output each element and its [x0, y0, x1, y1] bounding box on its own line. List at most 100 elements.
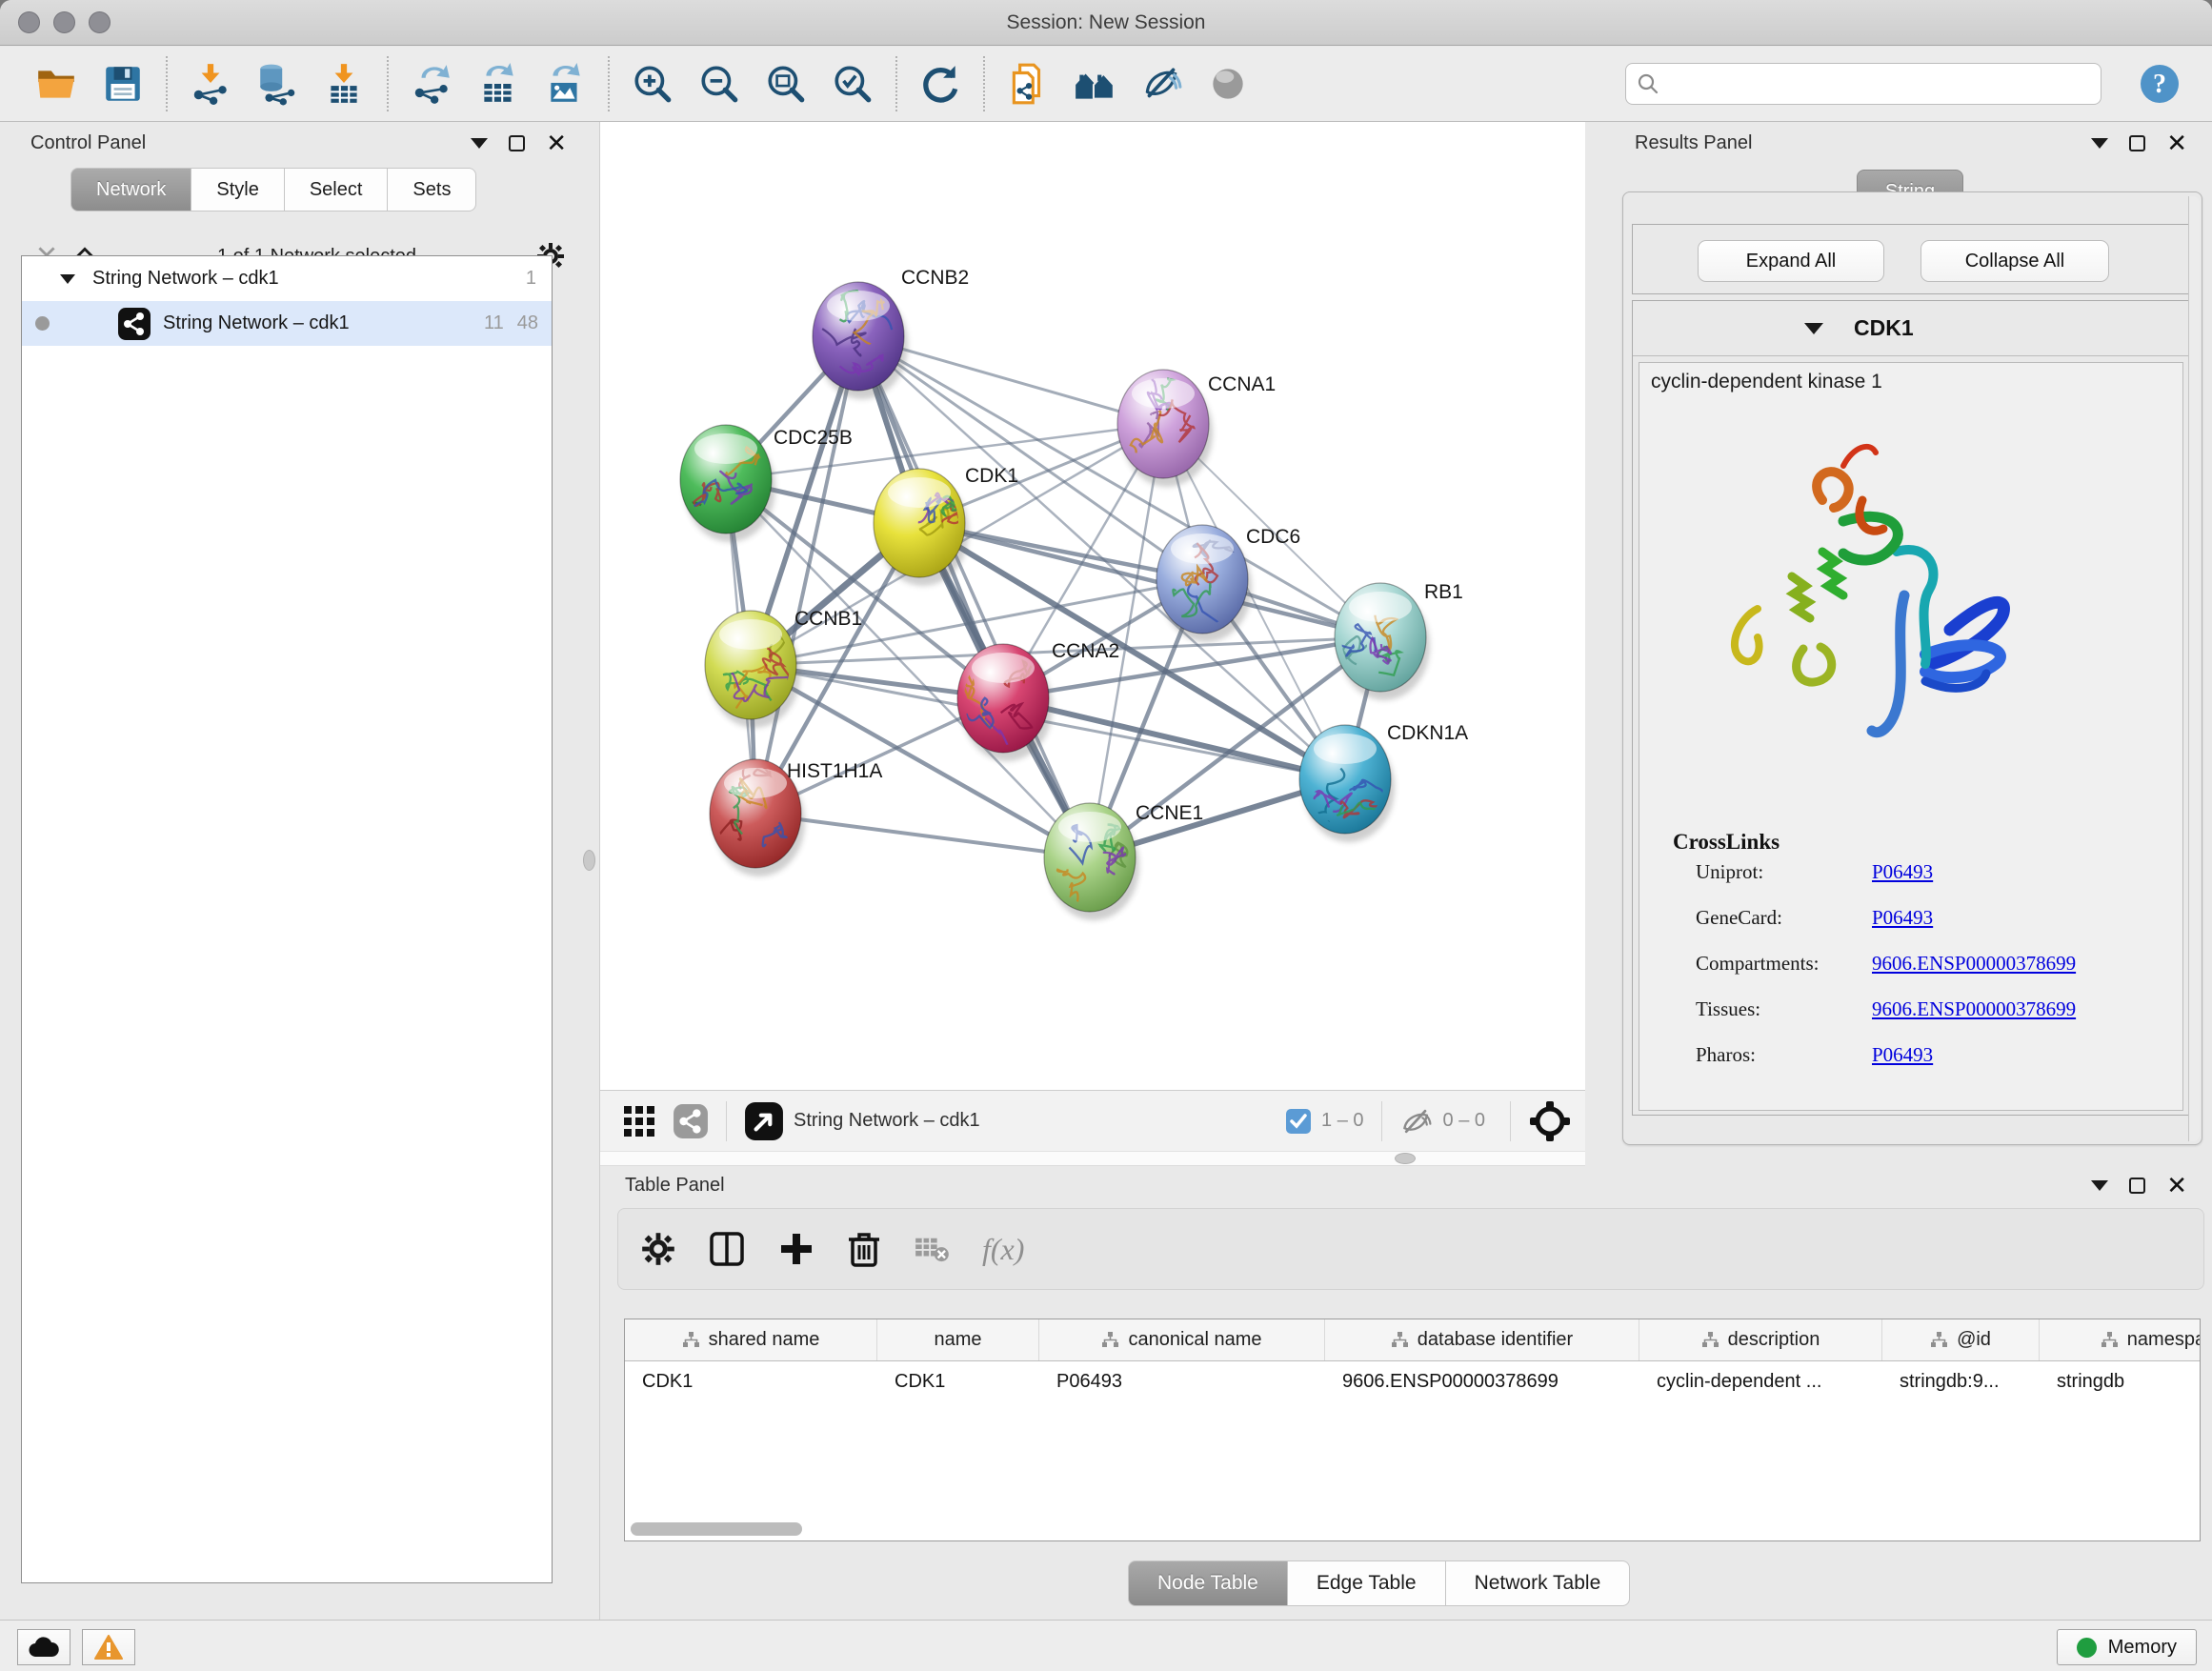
table-cell[interactable]: CDK1 — [877, 1371, 1039, 1393]
results-panel-title: Results Panel — [1635, 132, 1752, 154]
column-header-shared-name[interactable]: shared name — [625, 1319, 877, 1360]
cloud-status-button[interactable] — [17, 1629, 70, 1665]
memory-button[interactable]: Memory — [2057, 1629, 2197, 1665]
tab-style[interactable]: Style — [191, 168, 284, 211]
table-cell[interactable]: P06493 — [1039, 1371, 1325, 1393]
tab-select[interactable]: Select — [285, 168, 389, 211]
tab-edge-table[interactable]: Edge Table — [1288, 1560, 1446, 1606]
table-row[interactable]: CDK1CDK1P064939606.ENSP00000378699cyclin… — [625, 1361, 2200, 1401]
window-title: Session: New Session — [0, 0, 2212, 46]
warning-status-button[interactable] — [82, 1629, 135, 1665]
zoom-selected-icon[interactable] — [827, 57, 878, 111]
table-cell[interactable]: cyclin-dependent ... — [1639, 1371, 1882, 1393]
crosslink-link[interactable]: P06493 — [1872, 860, 1933, 898]
current-network-name: String Network – cdk1 — [794, 1110, 980, 1132]
node-label-HIST1H1A: HIST1H1A — [787, 760, 882, 782]
protein-card-header[interactable]: CDK1 — [1633, 301, 2188, 356]
zoom-out-icon[interactable] — [694, 57, 745, 111]
import-network-file-icon[interactable] — [185, 57, 236, 111]
panel-close-icon[interactable]: ✕ — [2166, 133, 2187, 152]
network-share-view-icon[interactable] — [673, 1103, 709, 1139]
hide-selected-eye-slash-icon[interactable] — [1136, 57, 1187, 111]
first-neighbors-houses-icon[interactable] — [1069, 57, 1120, 111]
fit-selected-crosshair-icon[interactable] — [1528, 1099, 1572, 1143]
tree-expand-icon[interactable] — [60, 274, 75, 284]
column-header-namespace[interactable]: namespace — [2040, 1319, 2201, 1360]
network-edge-CCNB2-CCNE1[interactable] — [858, 336, 1090, 857]
memory-status-dot-icon — [2077, 1638, 2097, 1658]
search-input[interactable] — [1660, 72, 2091, 96]
column-type-icon — [1391, 1331, 1409, 1349]
table-settings-gear-icon[interactable] — [641, 1232, 675, 1266]
birds-eye-view-icon[interactable] — [744, 1101, 784, 1141]
node-label-CDKN1A: CDKN1A — [1387, 722, 1468, 744]
zoom-fit-icon[interactable] — [760, 57, 812, 111]
table-cell[interactable]: 9606.ENSP00000378699 — [1325, 1371, 1639, 1393]
collapse-section-icon[interactable] — [1804, 323, 1823, 334]
table-body: CDK1CDK1P064939606.ENSP00000378699cyclin… — [625, 1361, 2200, 1401]
network-collection-row[interactable]: String Network – cdk1 1 — [22, 256, 552, 301]
save-session-icon[interactable] — [97, 57, 149, 111]
string-results-container: Expand All Collapse All CDK1 cyclin-depe… — [1622, 191, 2202, 1145]
crosslink-link[interactable]: 9606.ENSP00000378699 — [1872, 952, 2076, 990]
panel-close-icon[interactable]: ✕ — [2166, 1176, 2187, 1195]
delete-trash-icon[interactable] — [847, 1230, 881, 1268]
import-table-file-icon[interactable] — [318, 57, 370, 111]
network-edge-CCNB2-HIST1H1A[interactable] — [755, 336, 858, 814]
export-network-icon[interactable] — [406, 57, 457, 111]
show-columns-icon[interactable] — [708, 1230, 746, 1268]
help-icon[interactable]: ? — [2138, 62, 2182, 106]
crosslink-link[interactable]: P06493 — [1872, 1043, 1933, 1081]
panel-float-icon[interactable] — [509, 135, 525, 151]
show-all-eye-icon[interactable] — [1202, 57, 1254, 111]
table-cell[interactable]: CDK1 — [625, 1371, 877, 1393]
collapse-all-button[interactable]: Collapse All — [1920, 240, 2109, 282]
protein-result-card: CDK1 cyclin-dependent kinase 1 — [1632, 300, 2189, 1116]
results-scrollbar[interactable] — [2188, 196, 2200, 1141]
grid-view-icon[interactable] — [623, 1105, 655, 1137]
add-column-plus-icon[interactable] — [778, 1231, 814, 1267]
crosslink-row: Pharos:P06493 — [1696, 1043, 2172, 1081]
table-horizontal-scrollbar[interactable] — [631, 1522, 802, 1536]
node-label-RB1: RB1 — [1424, 581, 1463, 603]
column-header-description[interactable]: description — [1639, 1319, 1882, 1360]
new-network-from-selection-icon[interactable] — [1002, 57, 1054, 111]
tab-network[interactable]: Network — [70, 168, 191, 211]
toolbar-separator — [387, 56, 389, 111]
expand-all-button[interactable]: Expand All — [1698, 240, 1884, 282]
network-edge-HIST1H1A-CCNE1[interactable] — [755, 814, 1090, 857]
network-row[interactable]: String Network – cdk1 11 48 — [22, 301, 552, 346]
hidden-eye-slash-icon[interactable] — [1399, 1107, 1434, 1136]
panel-menu-icon[interactable] — [471, 138, 488, 149]
panel-float-icon[interactable] — [2129, 135, 2145, 151]
status-bar: Memory — [0, 1620, 2212, 1671]
apply-layout-refresh-icon[interactable] — [915, 57, 966, 111]
crosslink-link[interactable]: 9606.ENSP00000378699 — [1872, 997, 2076, 1036]
tab-node-table[interactable]: Node Table — [1128, 1560, 1288, 1606]
left-splitter-handle[interactable] — [583, 850, 595, 871]
selected-nodes-checkbox-icon[interactable] — [1285, 1108, 1312, 1135]
panel-menu-icon[interactable] — [2091, 138, 2108, 149]
column-header--id[interactable]: @id — [1882, 1319, 2040, 1360]
tab-network-table[interactable]: Network Table — [1446, 1560, 1631, 1606]
import-network-database-icon[interactable] — [251, 57, 303, 111]
panel-menu-icon[interactable] — [2091, 1180, 2108, 1191]
column-header-name[interactable]: name — [877, 1319, 1039, 1360]
export-table-icon[interactable] — [473, 57, 524, 111]
tab-sets[interactable]: Sets — [388, 168, 476, 211]
crosslink-link[interactable]: P06493 — [1872, 906, 1933, 944]
export-image-icon[interactable] — [539, 57, 591, 111]
column-header-canonical-name[interactable]: canonical name — [1039, 1319, 1325, 1360]
network-canvas[interactable]: CCNB2CCNA1CDC25BCDK1CDC6RB1CCNB1CCNA2CDK… — [600, 122, 1585, 1090]
crosslink-label: Tissues: — [1696, 997, 1872, 1036]
table-cell[interactable]: stringdb:9... — [1882, 1371, 2040, 1393]
panel-close-icon[interactable]: ✕ — [546, 133, 567, 152]
table-cell[interactable]: stringdb — [2040, 1371, 2201, 1393]
zoom-in-icon[interactable] — [627, 57, 678, 111]
function-builder-icon: f(x) — [982, 1232, 1024, 1267]
panel-float-icon[interactable] — [2129, 1178, 2145, 1194]
open-session-icon[interactable] — [30, 57, 82, 111]
column-header-database-identifier[interactable]: database identifier — [1325, 1319, 1639, 1360]
crosslink-label: GeneCard: — [1696, 906, 1872, 944]
splitter-handle[interactable] — [1395, 1153, 1416, 1164]
